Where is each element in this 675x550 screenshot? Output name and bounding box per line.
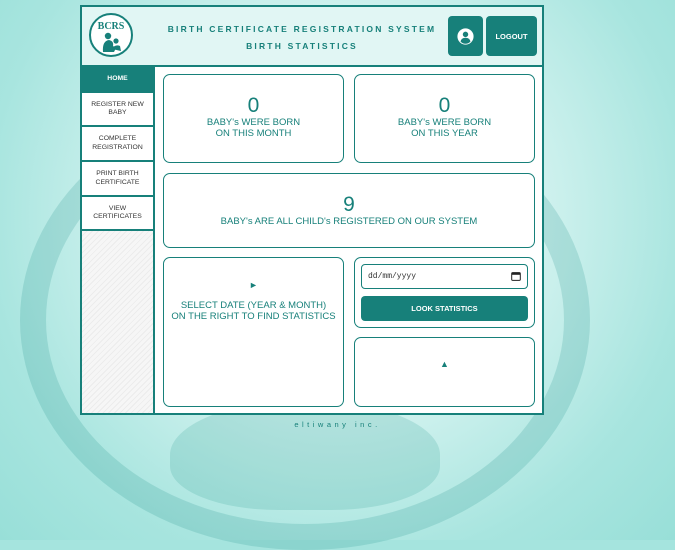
sidebar-item-print-birth-certificate[interactable]: PRINT BIRTH CERTIFICATE: [82, 162, 153, 197]
calendar-icon[interactable]: [511, 271, 521, 281]
logo-text: BCRS: [97, 21, 125, 32]
month-label-line2: ON THIS MONTH: [215, 128, 292, 139]
page-title: BIRTH CERTIFICATE REGISTRATION SYSTEM BI…: [142, 7, 462, 65]
sidebar-item-view-certificates[interactable]: VIEW CERTIFICATES: [82, 197, 153, 231]
footer-credit: eltiwany inc.: [294, 420, 381, 429]
year-label-line1: BABY's WERE BORN: [397, 117, 492, 128]
hint-line1: SELECT DATE (YEAR & MONTH): [180, 300, 327, 311]
statistics-hint-card: ► SELECT DATE (YEAR & MONTH) ON THE RIGH…: [163, 257, 344, 407]
hint-line2: ON THE RIGHT TO FIND STATISTICS: [171, 311, 336, 322]
year-label-line2: ON THIS YEAR: [411, 128, 478, 139]
stat-card-year: 0 BABY's WERE BORN ON THIS YEAR: [354, 74, 535, 163]
system-title: BIRTH CERTIFICATE REGISTRATION SYSTEM: [167, 24, 437, 34]
look-statistics-button[interactable]: LOOK STATISTICS: [361, 296, 528, 321]
logout-button[interactable]: LOGOUT: [486, 16, 537, 56]
sidebar-item-register-new-baby[interactable]: REGISTER NEW BABY: [82, 93, 153, 127]
month-birth-count: 0: [247, 94, 260, 117]
sidebar-item-home[interactable]: HOME: [82, 67, 153, 93]
month-label-line1: BABY's WERE BORN: [206, 117, 301, 128]
stat-card-month: 0 BABY's WERE BORN ON THIS MONTH: [163, 74, 344, 163]
stat-card-total: 9 BABY's ARE ALL CHILD's REGISTERED ON O…: [163, 173, 535, 248]
sidebar-item-complete-registration[interactable]: COMPLETE REGISTRATION: [82, 127, 153, 162]
date-input[interactable]: dd/mm/yyyy: [361, 264, 528, 289]
background-logo-figure: [170, 400, 440, 510]
date-placeholder: dd/mm/yyyy: [368, 272, 417, 281]
year-birth-count: 0: [438, 94, 451, 117]
statistics-result-card: ▲: [354, 337, 535, 407]
date-filter-card: dd/mm/yyyy LOOK STATISTICS: [354, 257, 535, 328]
right-arrow-icon: ►: [249, 280, 258, 290]
app-window: BCRS BIRTH CERTIFICATE REGISTRATION SYST…: [80, 5, 544, 415]
user-profile-button[interactable]: [448, 16, 483, 56]
total-registered-count: 9: [343, 193, 355, 216]
up-arrow-icon: ▲: [440, 359, 449, 369]
page-subtitle: BIRTH STATISTICS: [246, 41, 358, 51]
total-label: BABY's ARE ALL CHILD's REGISTERED ON OUR…: [220, 216, 478, 227]
header: BCRS BIRTH CERTIFICATE REGISTRATION SYST…: [82, 7, 542, 67]
sidebar: HOME REGISTER NEW BABY COMPLETE REGISTRA…: [82, 67, 155, 413]
app-logo: BCRS: [89, 13, 133, 57]
mother-baby-icon: [102, 32, 121, 52]
user-icon: [457, 27, 474, 45]
